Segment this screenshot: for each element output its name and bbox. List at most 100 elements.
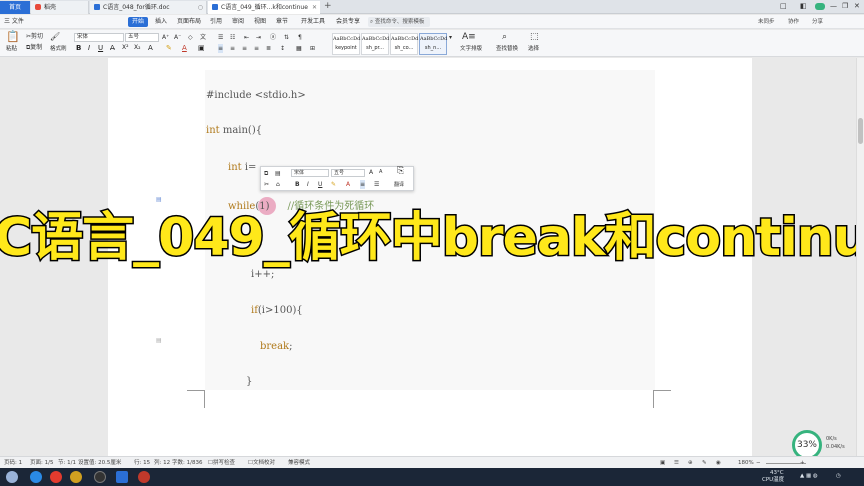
mini-grow-font-button[interactable]: A	[369, 168, 373, 177]
bold-button[interactable]: B	[76, 43, 81, 53]
close-window-button[interactable]: ✕	[854, 0, 860, 13]
subscript-icon[interactable]: X₂	[134, 43, 141, 53]
style-sh-n[interactable]: AaBbCcDd sh_n...	[419, 33, 447, 55]
copy-button[interactable]: ⧉复制	[26, 43, 42, 52]
find-icon[interactable]: ⌕	[502, 33, 507, 42]
menu-developer[interactable]: 开发工具	[301, 15, 325, 29]
align-right-icon[interactable]: ≡	[242, 44, 247, 53]
text-layout-icon[interactable]: A≡	[462, 33, 476, 42]
decrease-indent-icon[interactable]: ⇤	[244, 33, 249, 42]
clock-icon[interactable]: ◷	[836, 473, 841, 480]
vip-badge[interactable]	[815, 3, 825, 10]
mini-size-select[interactable]: 五号	[331, 169, 365, 177]
mini-list-icon[interactable]: ☰	[374, 180, 379, 189]
pinyin-icon[interactable]: 文	[200, 33, 206, 42]
menu-file[interactable]: 三 文件	[4, 15, 24, 29]
borders-icon[interactable]: ⊞	[310, 44, 315, 53]
close-tab-icon[interactable]: ○	[198, 1, 203, 14]
new-tab-button[interactable]: +	[324, 0, 332, 13]
format-painter-button[interactable]: 格式刷	[50, 45, 67, 54]
numbering-icon[interactable]: ☷	[230, 33, 235, 42]
folder-icon[interactable]	[70, 471, 82, 483]
bullets-icon[interactable]: ☰	[218, 33, 223, 42]
close-tab-icon[interactable]: ✕	[312, 1, 317, 14]
menu-review[interactable]: 审阅	[232, 15, 244, 29]
mini-shrink-font-button[interactable]: A	[379, 168, 382, 177]
start-icon[interactable]	[6, 471, 18, 483]
app-icon[interactable]	[138, 471, 150, 483]
painter-icon[interactable]: ⌂	[276, 180, 280, 189]
menu-member[interactable]: 会员专享	[336, 15, 360, 29]
mini-translate-button[interactable]: 翻译	[394, 181, 404, 190]
mini-align-icon[interactable]: ≡	[360, 180, 366, 189]
format-painter-icon[interactable]: 🖌	[50, 32, 60, 41]
select-button[interactable]: 选择	[528, 45, 539, 54]
tab-home[interactable]: 首页	[0, 1, 30, 14]
minimize-button[interactable]: —	[830, 0, 837, 13]
font-color-icon[interactable]: A	[182, 43, 187, 53]
tray-icons[interactable]: ▲ ▦ ◍	[800, 473, 818, 480]
mini-highlight-icon[interactable]: ✎	[331, 180, 336, 189]
styles-more-icon[interactable]: ▾	[449, 33, 452, 42]
shading-icon[interactable]: ▦	[296, 44, 302, 53]
tab-doc-049[interactable]: C语言_049_循环...k和continue ✕	[208, 1, 320, 14]
justify-icon[interactable]: ≡	[254, 44, 259, 53]
command-search[interactable]: ⌕ 查找命令、搜索模板	[368, 17, 430, 27]
paste-icon[interactable]: ▤	[275, 169, 281, 178]
menu-section[interactable]: 章节	[276, 15, 288, 29]
paste-icon[interactable]: 📋	[6, 31, 20, 42]
scrollbar-thumb[interactable]	[858, 118, 863, 144]
terminal-icon[interactable]	[94, 471, 106, 483]
restore-button[interactable]: ❐	[842, 0, 848, 13]
char-border-icon[interactable]: ▣	[198, 43, 205, 53]
distribute-icon[interactable]: ≣	[266, 44, 271, 53]
tab-docer[interactable]: 稻壳	[31, 1, 89, 14]
paragraph-handle-icon[interactable]: ▤	[156, 336, 162, 345]
wps-icon[interactable]	[116, 471, 128, 483]
menu-page-layout[interactable]: 页面布局	[177, 15, 201, 29]
sync-status[interactable]: 未同步	[758, 15, 775, 29]
menu-references[interactable]: 引用	[210, 15, 222, 29]
paragraph-handle-icon[interactable]: ▤	[156, 195, 162, 204]
skin-icon[interactable]: ◧	[800, 0, 807, 13]
superscript-icon[interactable]: X²	[122, 43, 129, 53]
style-sh-co[interactable]: AaBbCcDd sh_co...	[390, 33, 418, 55]
collab-button[interactable]: 协作	[788, 15, 799, 29]
chinese-layout-icon[interactable]: ⓐ	[270, 33, 276, 42]
mini-italic-button[interactable]: I	[307, 180, 309, 189]
grow-font-icon[interactable]: A⁺	[162, 33, 169, 42]
italic-button[interactable]: I	[88, 43, 90, 53]
style-sh-pr[interactable]: AaBbCcDd sh_pr...	[361, 33, 389, 55]
find-replace-button[interactable]: 查找替换	[496, 45, 518, 54]
cut-icon[interactable]: ✂	[264, 180, 269, 189]
translate-icon[interactable]: ⎘	[397, 167, 404, 176]
mini-font-select[interactable]: 宋体	[291, 169, 329, 177]
menu-home[interactable]: 开始	[128, 17, 149, 27]
share-button[interactable]: 分享	[812, 15, 823, 29]
text-layout-button[interactable]: 文字排版	[460, 45, 482, 54]
mini-font-color-icon[interactable]: A	[346, 180, 350, 189]
copy-icon[interactable]: ⧉	[264, 169, 268, 178]
align-center-icon[interactable]: ≡	[230, 44, 235, 53]
mini-bold-button[interactable]: B	[295, 180, 300, 189]
highlight-icon[interactable]: ✎	[166, 43, 172, 53]
menu-insert[interactable]: 插入	[155, 15, 167, 29]
clear-format-icon[interactable]: ◇	[188, 33, 193, 42]
tab-doc-048[interactable]: C语言_048_for循环.doc ○	[90, 1, 207, 14]
style-keypoint[interactable]: AaBbCcDd keypoint	[332, 33, 360, 55]
sort-icon[interactable]: ⇅	[284, 33, 289, 42]
show-marks-icon[interactable]: ¶	[298, 33, 302, 42]
app-icon[interactable]	[30, 471, 42, 483]
strikethrough-icon[interactable]: A̶	[110, 43, 115, 53]
shrink-font-icon[interactable]: A⁻	[174, 33, 181, 42]
align-left-icon[interactable]: ≡	[218, 44, 224, 53]
mini-underline-button[interactable]: U	[318, 180, 322, 189]
account-icon[interactable]: □	[780, 0, 787, 13]
line-spacing-icon[interactable]: ↕	[280, 44, 285, 53]
app-icon[interactable]	[50, 471, 62, 483]
cut-button[interactable]: ✂剪切	[26, 32, 43, 41]
text-effect-icon[interactable]: A	[148, 43, 153, 53]
select-icon[interactable]: ⬚	[530, 33, 539, 42]
underline-button[interactable]: U	[98, 43, 103, 53]
increase-indent-icon[interactable]: ⇥	[256, 33, 261, 42]
